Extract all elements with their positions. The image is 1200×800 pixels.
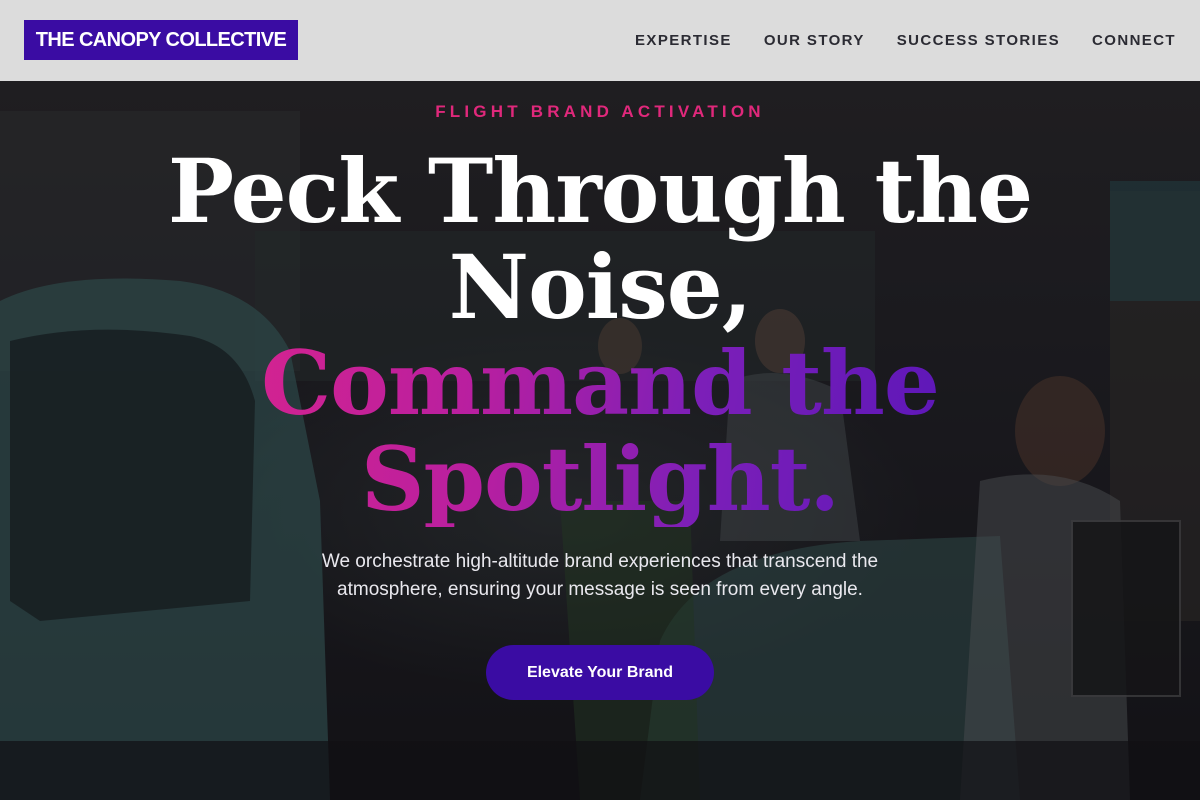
hero-headline: Peck Through the Noise, Command the Spot… [100,143,1100,527]
hero-eyebrow: FLIGHT BRAND ACTIVATION [435,102,765,121]
nav-item-expertise[interactable]: EXPERTISE [635,32,732,49]
hero-section: FLIGHT BRAND ACTIVATION Peck Through the… [0,81,1200,800]
hero-subtitle: We orchestrate high-altitude brand exper… [321,551,879,600]
brand-logo[interactable]: THE CANOPY COLLECTIVE [24,20,298,60]
nav-item-success-stories[interactable]: SUCCESS STORIES [897,32,1060,49]
headline-line-1: Peck Through the [167,139,1033,243]
headline-line-3: Command the [100,335,1100,431]
main-nav: EXPERTISE OUR STORY SUCCESS STORIES CONN… [635,0,1176,81]
site-header: THE CANOPY COLLECTIVE EXPERTISE OUR STOR… [0,0,1200,81]
nav-item-connect[interactable]: CONNECT [1092,32,1176,49]
headline-line-4: Spotlight. [100,431,1100,527]
nav-item-our-story[interactable]: OUR STORY [764,32,865,49]
headline-line-2: Noise, [448,235,753,339]
elevate-brand-button[interactable]: Elevate Your Brand [486,645,714,700]
